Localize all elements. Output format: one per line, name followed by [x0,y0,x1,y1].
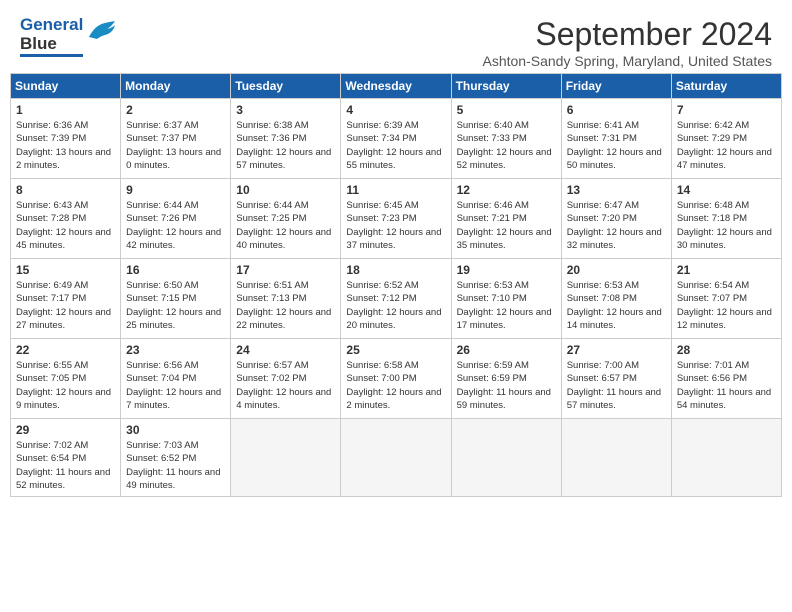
calendar-day-7: 7Sunrise: 6:42 AMSunset: 7:29 PMDaylight… [671,99,781,179]
logo-blue: Blue [20,35,83,54]
weekday-header-friday: Friday [561,74,671,99]
calendar-day-13: 13Sunrise: 6:47 AMSunset: 7:20 PMDayligh… [561,179,671,259]
calendar-day-1: 1Sunrise: 6:36 AMSunset: 7:39 PMDaylight… [11,99,121,179]
calendar-day-18: 18Sunrise: 6:52 AMSunset: 7:12 PMDayligh… [341,259,451,339]
calendar-day-10: 10Sunrise: 6:44 AMSunset: 7:25 PMDayligh… [231,179,341,259]
calendar-day-5: 5Sunrise: 6:40 AMSunset: 7:33 PMDaylight… [451,99,561,179]
calendar-day-empty [231,419,341,497]
calendar-day-25: 25Sunrise: 6:58 AMSunset: 7:00 PMDayligh… [341,339,451,419]
calendar-week-2: 8Sunrise: 6:43 AMSunset: 7:28 PMDaylight… [11,179,782,259]
weekday-header-sunday: Sunday [11,74,121,99]
calendar-table: SundayMondayTuesdayWednesdayThursdayFrid… [10,73,782,497]
calendar-day-23: 23Sunrise: 6:56 AMSunset: 7:04 PMDayligh… [121,339,231,419]
calendar-day-4: 4Sunrise: 6:39 AMSunset: 7:34 PMDaylight… [341,99,451,179]
calendar-day-empty [561,419,671,497]
calendar-day-11: 11Sunrise: 6:45 AMSunset: 7:23 PMDayligh… [341,179,451,259]
calendar-day-26: 26Sunrise: 6:59 AMSunset: 6:59 PMDayligh… [451,339,561,419]
calendar-day-24: 24Sunrise: 6:57 AMSunset: 7:02 PMDayligh… [231,339,341,419]
weekday-header-thursday: Thursday [451,74,561,99]
calendar-day-9: 9Sunrise: 6:44 AMSunset: 7:26 PMDaylight… [121,179,231,259]
calendar-day-8: 8Sunrise: 6:43 AMSunset: 7:28 PMDaylight… [11,179,121,259]
logo-bird-icon [87,17,117,52]
location-title: Ashton-Sandy Spring, Maryland, United St… [483,53,773,69]
weekday-header-wednesday: Wednesday [341,74,451,99]
title-block: September 2024 Ashton-Sandy Spring, Mary… [483,16,773,69]
calendar-day-6: 6Sunrise: 6:41 AMSunset: 7:31 PMDaylight… [561,99,671,179]
calendar-day-29: 29Sunrise: 7:02 AMSunset: 6:54 PMDayligh… [11,419,121,497]
calendar-day-14: 14Sunrise: 6:48 AMSunset: 7:18 PMDayligh… [671,179,781,259]
month-title: September 2024 [483,16,773,53]
logo-text: General Blue [20,16,117,57]
weekday-header-saturday: Saturday [671,74,781,99]
calendar-day-2: 2Sunrise: 6:37 AMSunset: 7:37 PMDaylight… [121,99,231,179]
calendar-day-3: 3Sunrise: 6:38 AMSunset: 7:36 PMDaylight… [231,99,341,179]
calendar-header-row: SundayMondayTuesdayWednesdayThursdayFrid… [11,74,782,99]
weekday-header-monday: Monday [121,74,231,99]
calendar-week-4: 22Sunrise: 6:55 AMSunset: 7:05 PMDayligh… [11,339,782,419]
page-header: General Blue September 2024 Ashton-Sandy… [10,10,782,69]
logo: General Blue [20,16,117,57]
logo-general: General [20,15,83,34]
calendar-day-28: 28Sunrise: 7:01 AMSunset: 6:56 PMDayligh… [671,339,781,419]
calendar-week-3: 15Sunrise: 6:49 AMSunset: 7:17 PMDayligh… [11,259,782,339]
calendar-week-1: 1Sunrise: 6:36 AMSunset: 7:39 PMDaylight… [11,99,782,179]
calendar-day-empty [451,419,561,497]
calendar-day-27: 27Sunrise: 7:00 AMSunset: 6:57 PMDayligh… [561,339,671,419]
calendar-day-empty [341,419,451,497]
calendar-day-21: 21Sunrise: 6:54 AMSunset: 7:07 PMDayligh… [671,259,781,339]
calendar-day-16: 16Sunrise: 6:50 AMSunset: 7:15 PMDayligh… [121,259,231,339]
calendar-day-12: 12Sunrise: 6:46 AMSunset: 7:21 PMDayligh… [451,179,561,259]
weekday-header-tuesday: Tuesday [231,74,341,99]
calendar-day-22: 22Sunrise: 6:55 AMSunset: 7:05 PMDayligh… [11,339,121,419]
calendar-day-19: 19Sunrise: 6:53 AMSunset: 7:10 PMDayligh… [451,259,561,339]
calendar-day-17: 17Sunrise: 6:51 AMSunset: 7:13 PMDayligh… [231,259,341,339]
calendar-week-5: 29Sunrise: 7:02 AMSunset: 6:54 PMDayligh… [11,419,782,497]
calendar-day-20: 20Sunrise: 6:53 AMSunset: 7:08 PMDayligh… [561,259,671,339]
calendar-day-30: 30Sunrise: 7:03 AMSunset: 6:52 PMDayligh… [121,419,231,497]
calendar-day-15: 15Sunrise: 6:49 AMSunset: 7:17 PMDayligh… [11,259,121,339]
calendar-day-empty [671,419,781,497]
